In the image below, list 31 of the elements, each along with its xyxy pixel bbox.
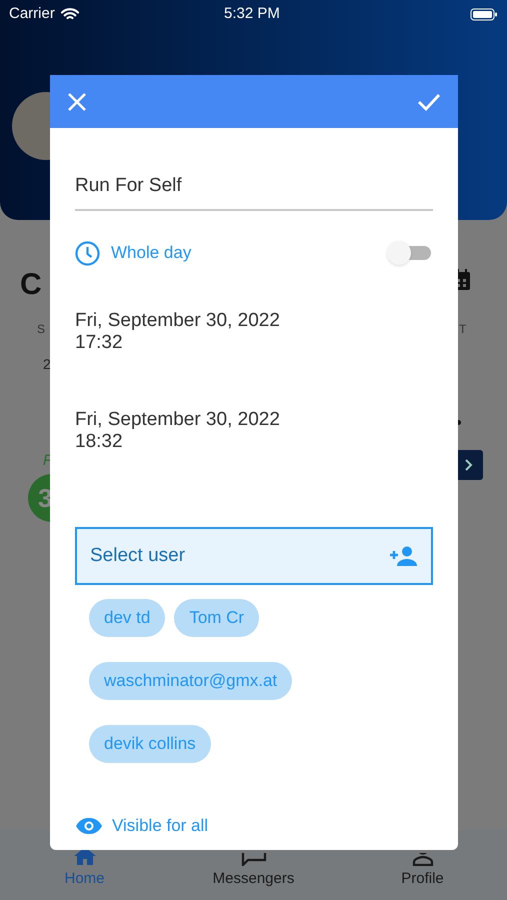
- user-chip[interactable]: dev td: [89, 599, 166, 637]
- title-field[interactable]: Run For Self: [75, 163, 433, 211]
- close-button[interactable]: [67, 92, 87, 112]
- weekday-label: S: [37, 321, 46, 338]
- chat-icon: [240, 852, 266, 866]
- clock-time: 5:32 PM: [224, 4, 280, 24]
- weekday-label: T: [459, 321, 466, 338]
- person-icon: [412, 852, 434, 866]
- clock-icon: [75, 240, 100, 266]
- start-date-field[interactable]: Fri, September 30, 2022 17:32: [75, 310, 433, 354]
- visibility-label: Visible for all: [112, 815, 208, 837]
- close-icon: [67, 92, 87, 112]
- chevron-icon: [465, 459, 473, 471]
- select-user-input[interactable]: Select user: [90, 542, 390, 570]
- whole-day-switch[interactable]: [387, 241, 433, 265]
- user-chip[interactable]: Tom Cr: [174, 599, 260, 637]
- wifi-icon: [60, 8, 79, 20]
- whole-day-label: Whole day: [111, 242, 192, 264]
- confirm-button[interactable]: [417, 92, 441, 112]
- day-number: 2: [43, 355, 51, 374]
- carrier-label: Carrier: [9, 4, 55, 24]
- battery-icon: [470, 8, 498, 20]
- add-person-icon: [390, 546, 418, 566]
- eye-icon: [75, 816, 103, 835]
- check-icon: [417, 92, 441, 110]
- user-chip[interactable]: devik collins: [89, 725, 211, 763]
- select-user-field[interactable]: Select user: [75, 527, 433, 585]
- page-heading: C: [20, 267, 42, 303]
- end-date-field[interactable]: Fri, September 30, 2022 18:32: [75, 409, 433, 453]
- user-chip[interactable]: waschminator@gmx.at: [89, 662, 292, 700]
- nav-tab[interactable]: Profile: [338, 830, 507, 900]
